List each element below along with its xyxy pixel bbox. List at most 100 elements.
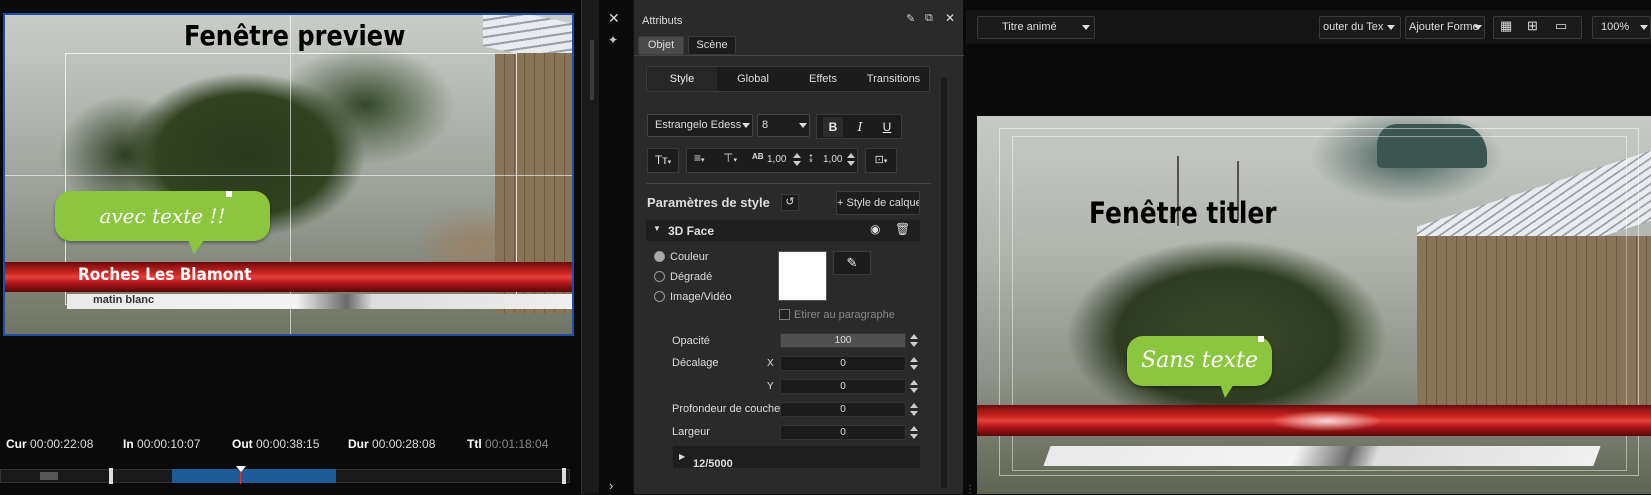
add-layer-style-button[interactable]: + Style de calque — [836, 191, 920, 215]
opacity-field[interactable]: 100 — [780, 333, 906, 348]
offset-y-label: Y — [767, 381, 774, 392]
char-spacing-value[interactable]: 1,00 — [767, 154, 786, 165]
stretch-label: Etirer au paragraphe — [794, 309, 895, 321]
depth-field[interactable]: 0 — [780, 402, 906, 417]
width-spinner[interactable] — [910, 426, 918, 440]
tab-scene[interactable]: Scène — [688, 36, 736, 55]
delete-trash-icon[interactable]: 🗑 — [895, 222, 910, 236]
titler-bubble-tail — [1220, 384, 1234, 398]
out-label: Out — [232, 437, 253, 451]
visibility-eye-icon[interactable]: ◉ — [870, 222, 880, 236]
counter-expand-icon[interactable]: ▶ — [679, 452, 685, 461]
panel-float-icon[interactable]: ⧉ — [925, 12, 933, 25]
safe-area-icon[interactable]: ▭ — [1555, 18, 1567, 34]
line-spacing-value[interactable]: 1,00 — [823, 154, 842, 165]
subtab-transitions[interactable]: Transitions — [857, 67, 930, 91]
font-size-caret — [799, 123, 807, 128]
panel-pin-icon[interactable]: ✎ — [906, 12, 915, 25]
playhead-marker[interactable] — [236, 466, 246, 472]
depth-label: Profondeur de couche — [672, 403, 781, 415]
align-left-icon[interactable]: ≡▾ — [694, 151, 705, 165]
bold-button[interactable]: B — [823, 117, 843, 137]
eyedropper-button[interactable]: ✎ — [833, 251, 871, 275]
title-type-select[interactable]: Titre animé — [977, 16, 1095, 39]
offset-y-field[interactable]: 0 — [780, 379, 906, 394]
font-name-select[interactable]: Estrangelo Edess — [647, 114, 753, 137]
radio-couleur[interactable] — [654, 251, 665, 262]
collapse-icon[interactable]: ✕ — [608, 10, 620, 27]
character-counter: 12/5000 — [693, 458, 733, 470]
opacity-spinner[interactable] — [910, 334, 918, 348]
reset-style-icon[interactable]: ↺ — [781, 194, 799, 211]
preview-title: Fenêtre preview — [184, 19, 406, 52]
offset-x-label: X — [767, 358, 774, 369]
timecode-ttl: Ttl 00:01:18:04 — [467, 437, 548, 451]
timecode-in: In 00:00:10:07 — [123, 437, 200, 451]
titler-title: Fenêtre titler — [1089, 196, 1277, 230]
radio-image-video-label: Image/Vidéo — [670, 291, 732, 303]
cur-label: Cur — [6, 437, 27, 451]
out-handle[interactable] — [562, 468, 566, 484]
panel-close-icon[interactable]: ✕ — [945, 11, 955, 25]
char-spacing-spinner[interactable] — [793, 153, 801, 167]
valign-top-icon[interactable]: ⊤▾ — [723, 151, 737, 165]
char-spacing-icon: AB — [752, 152, 764, 161]
dur-value: 00:00:28:08 — [372, 437, 436, 451]
italic-button[interactable]: I — [850, 117, 870, 137]
subtab-style[interactable]: Style — [647, 67, 717, 91]
width-field[interactable]: 0 — [780, 425, 906, 440]
timecode-cur: Cur 00:00:22:08 — [6, 437, 93, 451]
lower-third-subtitle: matin blanc — [93, 294, 155, 306]
in-label: In — [123, 437, 134, 451]
color-swatch[interactable] — [778, 251, 827, 301]
tab-objet[interactable]: Objet — [638, 36, 684, 55]
add-shape-button[interactable]: Ajouter Forme — [1405, 16, 1485, 39]
add-text-caret — [1387, 25, 1395, 30]
tabs-rule — [634, 55, 964, 56]
depth-spinner[interactable] — [910, 403, 918, 417]
lower-third-title: Roches Les Blamont — [78, 265, 252, 285]
pin-icon[interactable]: ✦ — [608, 33, 618, 47]
preview-window[interactable]: Fenêtre preview avec texte !! Roches Les… — [3, 13, 574, 336]
radio-degrade[interactable] — [654, 271, 665, 282]
preview-bubble-tail — [188, 240, 204, 254]
style-params-label: Paramètres de style — [647, 195, 770, 210]
text-case-button[interactable]: Tт▾ — [647, 148, 679, 173]
ruler-icon[interactable]: ⊞ — [1527, 18, 1538, 34]
timeline-mini-thumb[interactable] — [40, 472, 58, 480]
grid-icon[interactable]: ▦ — [1500, 18, 1512, 34]
line-spacing-spinner[interactable] — [847, 153, 855, 167]
titler-canvas[interactable]: Fenêtre titler Sans texte — [977, 116, 1651, 494]
section-rule — [646, 183, 931, 184]
out-value: 00:00:38:15 — [256, 437, 320, 451]
panel-scrollbar[interactable] — [941, 78, 947, 488]
ttl-value: 00:01:18:04 — [485, 437, 549, 451]
in-handle[interactable] — [109, 468, 113, 484]
text-case-caret-icon: ▾ — [667, 159, 672, 166]
offset-y-spinner[interactable] — [910, 380, 918, 394]
timeline-range[interactable] — [172, 469, 336, 483]
underline-button[interactable]: U — [877, 117, 897, 137]
section-collapse-icon[interactable]: ▼ — [653, 224, 661, 233]
add-shape-caret — [1474, 25, 1482, 30]
offset-x-spinner[interactable] — [910, 357, 918, 371]
radio-degrade-label: Dégradé — [670, 271, 713, 283]
radio-image-video[interactable] — [654, 291, 665, 302]
stretch-checkbox[interactable] — [779, 309, 790, 320]
titler-bar-glow — [1247, 406, 1407, 436]
timecode-out: Out 00:00:38:15 — [232, 437, 319, 451]
title-type-caret — [1082, 25, 1090, 30]
subtab-effets[interactable]: Effets — [788, 67, 858, 91]
font-name-caret — [742, 123, 750, 128]
ttl-label: Ttl — [467, 437, 482, 451]
preview-bubble: avec texte !! — [55, 191, 270, 241]
width-label: Largeur — [672, 426, 710, 438]
text-box-button[interactable]: ⊡▾ — [865, 148, 897, 173]
offset-x-field[interactable]: 0 — [780, 356, 906, 371]
timecode-dur: Dur 00:00:28:08 — [348, 437, 435, 451]
opacity-label: Opacité — [672, 335, 710, 347]
titler-white-bar — [1043, 446, 1601, 466]
subtab-global[interactable]: Global — [718, 67, 788, 91]
radio-couleur-label: Couleur — [670, 251, 709, 263]
expand-arrow-icon[interactable]: › — [609, 478, 613, 493]
